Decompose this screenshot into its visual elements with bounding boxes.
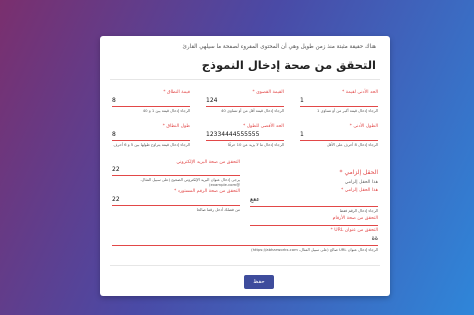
- field-value[interactable]: ععع: [250, 196, 260, 203]
- url-field[interactable]: التحقق من عنوان URL * ةة الرجاء إدخال عن…: [112, 228, 378, 258]
- field-label: الطول الأدنى *: [349, 124, 378, 129]
- field-error: يرجى إدخال عنوان البريد الإلكتروني الصحي…: [140, 177, 240, 187]
- number-field[interactable]: التحقق من صحة الرقم المستورد * 22 من فضل…: [112, 189, 240, 215]
- field-underline: [250, 206, 378, 207]
- field-value[interactable]: ةة: [372, 235, 378, 242]
- field-label: طول النطاق *: [162, 124, 190, 129]
- field-value[interactable]: 1: [300, 97, 304, 104]
- field-error: الرجاء إدخال قيمة بين 1 و 40: [142, 108, 190, 113]
- divider: [110, 265, 380, 266]
- field-value[interactable]: 8: [112, 97, 116, 104]
- max-length-field[interactable]: الحد الأقصى للطول * 12334444555555 الرجا…: [206, 124, 284, 152]
- field-underline: [112, 175, 240, 176]
- page-title: التحقق من صحة إدخال النموذج: [201, 58, 376, 72]
- field-sublabel: هذا الحقل إلزامي *: [340, 188, 378, 193]
- field-underline: [206, 140, 284, 141]
- field-label: القيمة القصوى *: [252, 90, 284, 95]
- field-value[interactable]: 22: [112, 196, 120, 203]
- field-error: الرجاء إدخال قيمة يتراوح طولها بين 5 و 6…: [113, 142, 190, 147]
- field-error: الرجاء إدخال قيمة أكبر من أو تساوي 1: [317, 108, 378, 113]
- field-underline: [112, 106, 190, 107]
- range-length-field[interactable]: طول النطاق * 8 الرجاء إدخال قيمة يتراوح …: [112, 124, 190, 152]
- required-section-title: الحقل إلزامي *: [339, 169, 378, 176]
- field-value[interactable]: 22: [112, 166, 120, 173]
- divider: [110, 79, 380, 80]
- field-underline: [112, 245, 378, 246]
- field-error: الرجاء إدخال ما لا يزيد عن 10 حرفًا: [227, 142, 284, 147]
- field-value[interactable]: 8: [112, 131, 116, 138]
- form-card: هناك حقيقة مثبتة منذ زمن طويل وهي أن الم…: [100, 36, 390, 296]
- field-underline: [206, 106, 284, 107]
- page-subtitle: هناك حقيقة مثبتة منذ زمن طويل وهي أن الم…: [182, 44, 376, 50]
- field-underline: [250, 225, 378, 226]
- field-underline: [112, 205, 240, 206]
- field-value[interactable]: 124: [206, 97, 217, 104]
- field-error: الرجاء إدخال 8 أحرف على الأقل: [326, 142, 378, 147]
- field-error: الرجاء إدخال الرقم فقط: [339, 208, 378, 213]
- range-value-field[interactable]: قيمة النطاق * 8 الرجاء إدخال قيمة بين 1 …: [112, 90, 190, 114]
- field-label: هذا الحقل إلزامي: [344, 180, 378, 185]
- email-field[interactable]: التحقق من صحة البريد الإلكتروني 22 يرجى …: [112, 160, 240, 187]
- field-label: الحد الأقصى للطول *: [242, 124, 284, 129]
- field-label: قيمة النطاق *: [163, 90, 190, 95]
- field-label: التحقق من عنوان URL *: [330, 228, 378, 233]
- field-label: التحقق من صحة البريد الإلكتروني: [176, 160, 240, 165]
- field-label: الحد الأدنى لقيمة *: [341, 90, 378, 95]
- field-label: التحقق من صحة الرقم المستورد *: [174, 189, 240, 194]
- min-length-field[interactable]: الطول الأدنى * 1 الرجاء إدخال 8 أحرف على…: [300, 124, 378, 152]
- field-error: من فضلك أدخل رقما صالحا: [196, 207, 240, 212]
- max-value-field[interactable]: القيمة القصوى * 124 الرجاء إدخال قيمة أق…: [206, 90, 284, 114]
- required-field[interactable]: هذا الحقل إلزامي هذا الحقل إلزامي * ععع …: [250, 180, 378, 213]
- min-value-field[interactable]: الحد الأدنى لقيمة * 1 الرجاء إدخال قيمة …: [300, 90, 378, 114]
- field-value[interactable]: 1: [300, 131, 304, 138]
- field-error: الرجاء إدخال عنوان URL صالح (على سبيل ال…: [251, 247, 378, 252]
- field-underline: [300, 106, 378, 107]
- field-underline: [300, 140, 378, 141]
- field-value[interactable]: 12334444555555: [206, 131, 259, 138]
- save-button[interactable]: حفظ: [244, 275, 274, 289]
- field-underline: [112, 140, 190, 141]
- field-error: الرجاء إدخال قيمة أقل من أو تساوي 40: [220, 108, 284, 113]
- field-label: التحقق من صحة الأرقام: [332, 216, 378, 221]
